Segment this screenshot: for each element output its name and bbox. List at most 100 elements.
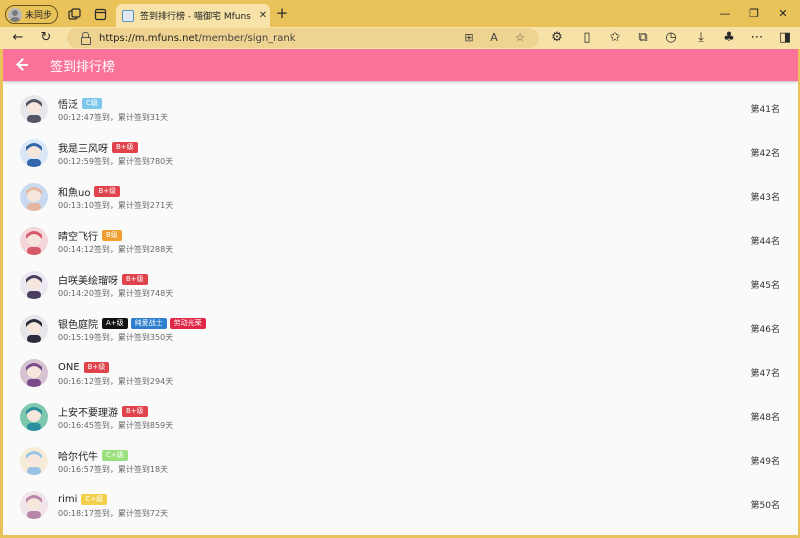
rank-position: 第43名 [750,193,780,203]
user-avatar[interactable] [20,139,48,167]
rank-position: 第50名 [750,501,780,511]
extensions-icon[interactable]: ⚙ [548,29,566,47]
history-icon[interactable]: ◷ [662,29,680,47]
user-avatar[interactable] [20,359,48,387]
rank-list-item[interactable]: 白咲美绘瑠呀 B+级 00:14:20签到，累计签到748天 第45名 [3,265,798,309]
user-avatar[interactable] [20,227,48,255]
rank-list-item[interactable]: 和魚uo B+级 00:13:10签到，累计签到271天 第43名 [3,177,798,221]
refresh-icon[interactable]: ↻ [37,29,55,47]
user-avatar[interactable] [20,271,48,299]
tab-actions-icon[interactable] [92,6,108,22]
user-name-line: 和魚uo B+级 [58,184,123,199]
user-name[interactable]: 银色庭院 [58,316,98,331]
rank-position: 第44名 [750,237,780,247]
sign-info: 00:14:12签到，累计签到288天 [58,245,174,254]
tab-active[interactable]: 签到排行榜 - 喵御宅 Mfuns ✕ [116,4,270,27]
user-badge: 劳动光荣 [169,317,206,329]
user-avatar[interactable] [20,403,48,431]
lock-icon [79,32,91,45]
user-name-line: 上安不要理游 B+级 [58,404,151,419]
user-name-line: 悟泛 C级 [58,96,105,111]
minimize-icon[interactable]: — [718,7,732,21]
rank-list-item[interactable]: ONE B+级 00:16:12签到，累计签到294天 第47名 [3,353,798,397]
games-icon[interactable]: ♣ [720,29,738,47]
profile-avatar-icon [8,7,22,22]
close-window-icon[interactable]: ✕ [776,7,790,21]
rank-list-item[interactable]: 银色庭院 A+级 纯爱战士 劳动光荣 00:15:19签到，累计签到350天 第46名 [3,309,798,353]
user-avatar[interactable] [20,95,48,123]
favorites-icon[interactable]: ✩ [606,29,624,47]
new-tab-button[interactable]: + [274,5,290,21]
user-name[interactable]: 白咲美绘瑠呀 [58,272,118,287]
user-name-line: ONE B+级 [58,360,112,374]
user-name-line: 银色庭院 A+级 纯爱战士 劳动光荣 [58,316,209,331]
back-icon[interactable]: ← [9,29,27,47]
back-arrow-icon[interactable] [14,56,32,74]
profile-label: 未同步 [25,11,53,21]
workspaces-icon[interactable] [66,6,82,22]
user-badge: B+级 [122,273,148,285]
restore-icon[interactable]: ❐ [747,7,761,21]
user-badge: C+级 [102,449,128,461]
user-name[interactable]: 晴空飞行 [58,228,98,243]
user-badge: B+级 [83,361,110,373]
user-name[interactable]: 我是三风呀 [58,140,108,155]
app-available-icon[interactable]: ⊞ [460,29,478,47]
more-icon[interactable]: ⋯ [748,29,766,47]
rank-list-item[interactable]: rimi C+级 00:18:17签到，累计签到72天 第50名 [3,485,798,529]
user-name[interactable]: 上安不要理游 [58,404,118,419]
rank-position: 第41名 [750,105,780,115]
rank-list-item[interactable]: 哈尔代牛 C+级 00:16:57签到，累计签到18天 第49名 [3,441,798,485]
address-bar[interactable]: https://m.mfuns.net/member/sign_rank ⊞ A… [67,28,539,48]
site-favicon-icon [122,9,134,22]
browser-window: 未同步 签到排行榜 - 喵御宅 Mfuns ✕ + — ❐ ✕ ← ↻ http… [0,0,800,538]
user-name[interactable]: rimi [58,494,77,505]
url-path: /member/sign_rank [198,32,296,44]
app-header: 签到排行榜 [3,49,798,81]
user-name-line: 晴空飞行 B级 [58,228,125,243]
user-badge: B+级 [122,405,148,417]
user-name-line: 我是三风呀 B+级 [58,140,141,155]
user-name[interactable]: 悟泛 [58,96,78,111]
favorite-star-icon[interactable]: ☆ [511,29,529,47]
downloads-icon[interactable]: ⤓ [692,29,710,47]
rank-position: 第49名 [750,457,780,467]
profile-button[interactable]: 未同步 [5,5,58,24]
rank-position: 第45名 [750,281,780,291]
user-name[interactable]: ONE [58,362,80,373]
user-avatar[interactable] [20,315,48,343]
sign-info: 00:16:45签到，累计签到859天 [58,421,174,430]
rank-position: 第48名 [750,413,780,423]
user-avatar[interactable] [20,183,48,211]
tab-strip: 未同步 签到排行榜 - 喵御宅 Mfuns ✕ + — ❐ ✕ [0,0,800,27]
sidebar-toggle-icon[interactable]: ◨ [776,29,794,47]
user-avatar[interactable] [20,491,48,519]
sign-info: 00:13:10签到，累计签到271天 [58,201,174,210]
read-aloud-icon[interactable]: A [485,29,503,47]
sign-info: 00:16:57签到，累计签到18天 [58,465,169,474]
split-screen-icon[interactable]: ▯ [578,29,596,47]
sign-info: 00:14:20签到，累计签到748天 [58,289,174,298]
user-name-line: rimi C+级 [58,492,110,506]
rank-list-item[interactable]: 上安不要理游 B+级 00:16:45签到，累计签到859天 第48名 [3,397,798,441]
user-badge: B+级 [94,185,121,197]
web-page: 签到排行榜 悟泛 C级 00:12:47签到，累计签到31天 第41名 我是三风呀 B+级… [3,49,798,535]
sign-rank-list: 悟泛 C级 00:12:47签到，累计签到31天 第41名 我是三风呀 B+级 00:12:… [3,89,798,529]
tab-close-icon[interactable]: ✕ [256,10,270,21]
user-badge: A+级 [102,317,128,329]
rank-list-item[interactable]: 晴空飞行 B级 00:14:12签到，累计签到288天 第44名 [3,221,798,265]
collections-icon[interactable]: ⧉ [634,29,652,47]
tab-title: 签到排行榜 - 喵御宅 Mfuns [140,12,251,22]
rank-list-item[interactable]: 我是三风呀 B+级 00:12:59签到，累计签到780天 第42名 [3,133,798,177]
rank-position: 第46名 [750,325,780,335]
user-badge: B级 [102,229,122,241]
rank-position: 第47名 [750,369,780,379]
user-name[interactable]: 哈尔代牛 [58,448,98,463]
url-host: https://m.mfuns.net [99,32,199,44]
rank-position: 第42名 [750,149,780,159]
user-badge: C级 [82,97,102,109]
user-name[interactable]: 和魚uo [58,184,90,199]
rank-list-item[interactable]: 悟泛 C级 00:12:47签到，累计签到31天 第41名 [3,89,798,133]
sign-info: 00:12:47签到，累计签到31天 [58,113,169,122]
user-avatar[interactable] [20,447,48,475]
